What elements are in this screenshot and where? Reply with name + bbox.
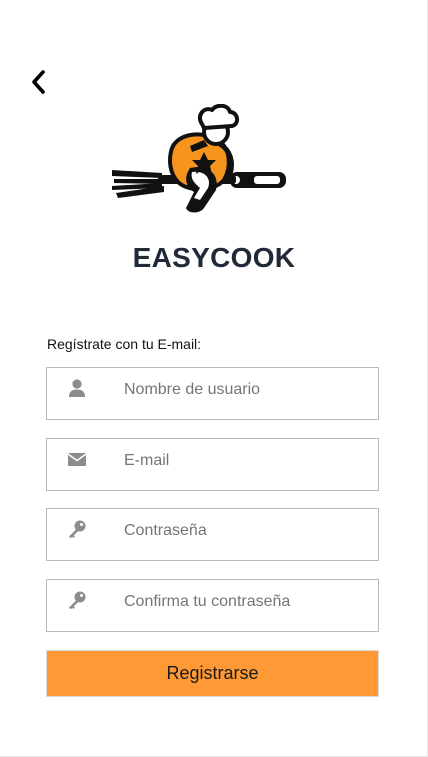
username-input[interactable] bbox=[124, 376, 364, 404]
confirm-password-field[interactable] bbox=[46, 579, 379, 632]
envelope-icon bbox=[67, 449, 87, 469]
password-field[interactable] bbox=[46, 508, 379, 561]
chef-riding-fork-logo bbox=[112, 104, 286, 213]
form-label: Regístrate con tu E-mail: bbox=[47, 336, 202, 352]
user-icon bbox=[67, 378, 87, 398]
username-field[interactable] bbox=[46, 367, 379, 420]
key-icon bbox=[67, 519, 87, 539]
email-input[interactable] bbox=[124, 447, 364, 475]
app-title: EASYCOOK bbox=[132, 242, 296, 273]
key-icon bbox=[67, 590, 87, 610]
back-button[interactable] bbox=[24, 66, 52, 98]
register-screen: EASYCOOK Regístrate con tu E-mail: Nombr… bbox=[0, 0, 428, 757]
register-button[interactable]: Registrarse bbox=[46, 650, 379, 697]
password-input[interactable] bbox=[124, 517, 364, 545]
chevron-left-icon bbox=[32, 70, 45, 94]
email-field[interactable] bbox=[46, 438, 379, 491]
confirm-password-input[interactable] bbox=[124, 588, 364, 616]
